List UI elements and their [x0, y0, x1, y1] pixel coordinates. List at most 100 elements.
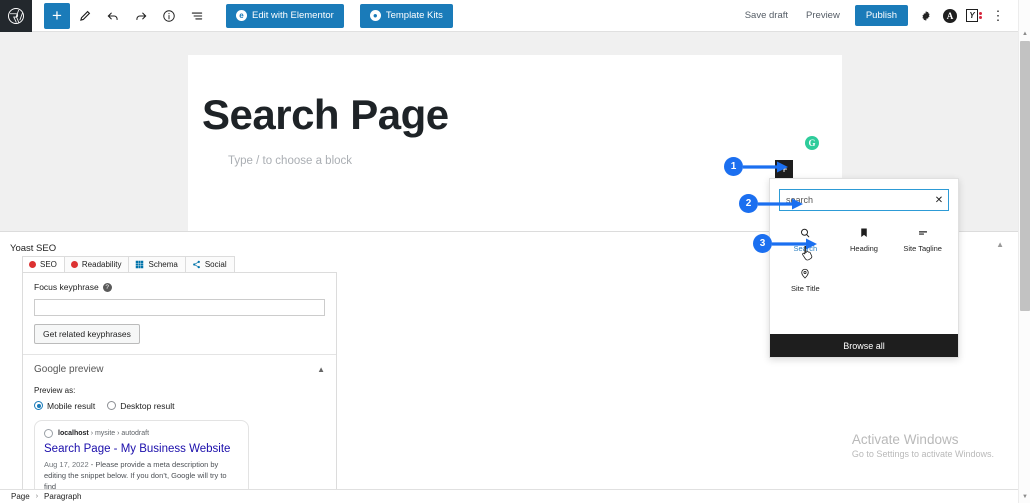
breadcrumb-item-page[interactable]: Page [11, 492, 30, 501]
toolbar-right-actions: Save draft Preview Publish A Y ⋮ [736, 4, 1018, 28]
site-tagline-lines-icon [916, 225, 930, 241]
user-avatar[interactable]: A [938, 4, 962, 28]
more-options-kebab-icon[interactable]: ⋮ [986, 4, 1010, 28]
tab-social[interactable]: Social [184, 256, 235, 272]
chevron-up-icon[interactable]: ▲ [996, 240, 1004, 249]
site-title-pin-icon [799, 265, 811, 281]
status-dot-icon [29, 261, 36, 268]
tab-label: Readability [81, 260, 122, 269]
tab-schema[interactable]: Schema [128, 256, 186, 272]
scroll-down-arrow-icon[interactable]: ▼ [1019, 491, 1030, 503]
snippet-date: Aug 17, 2022 [44, 459, 89, 469]
yoast-letter: Y [966, 9, 978, 22]
breadcrumb-item-paragraph[interactable]: Paragraph [44, 492, 81, 501]
snippet-path: › mysite › autodraft [90, 429, 150, 437]
save-draft-button[interactable]: Save draft [736, 10, 797, 21]
snippet-url: localhost › mysite › autodraft [58, 430, 149, 437]
annotation-number: 2 [739, 194, 758, 213]
inserter-block-site-tagline[interactable]: Site Tagline [893, 221, 952, 257]
focus-keyphrase-label-row: Focus keyphrase ? [34, 282, 325, 292]
kebab-glyph: ⋮ [991, 7, 1005, 23]
page-title[interactable]: Search Page [202, 91, 449, 139]
annotation-arrow-icon [758, 198, 803, 209]
vertical-scrollbar[interactable]: ▲ ▼ [1018, 0, 1030, 503]
help-icon[interactable]: ? [102, 282, 112, 292]
inserter-block-label: Site Tagline [903, 244, 942, 253]
scrollbar-thumb[interactable] [1020, 41, 1030, 311]
annotation-arrow-icon [772, 238, 817, 249]
radio-mobile-result[interactable]: Mobile result [34, 401, 95, 411]
elementor-icon: e [236, 10, 247, 21]
block-breadcrumb: Page › Paragraph [0, 489, 1018, 503]
editor-toolbar: + e Edit with Elementor ● Template Kits … [0, 0, 1018, 32]
toolbar-left-tools: + e Edit with Elementor ● Template Kits [32, 2, 453, 29]
inserter-results-grid: Search Heading Site Tagline Site Title [770, 219, 958, 297]
tab-label: SEO [40, 260, 57, 269]
close-icon[interactable]: ✕ [930, 195, 948, 206]
redo-icon[interactable] [128, 3, 154, 29]
list-view-icon[interactable] [184, 3, 210, 29]
yoast-seo-tab-content: Focus keyphrase ? Get related keyphrases… [22, 272, 337, 489]
wordpress-logo-icon[interactable] [0, 0, 32, 32]
preview-button[interactable]: Preview [797, 10, 849, 21]
edit-with-elementor-label: Edit with Elementor [252, 10, 334, 21]
status-dot-icon [70, 261, 78, 268]
snippet-domain: localhost [58, 429, 89, 437]
radio-label: Desktop result [120, 400, 175, 411]
chevron-up-icon[interactable]: ▲ [317, 365, 325, 374]
scroll-up-arrow-icon[interactable]: ▲ [1019, 28, 1030, 40]
edit-tool-icon[interactable] [72, 3, 98, 29]
yoast-seo-icon[interactable]: Y [962, 4, 986, 28]
inserter-block-heading[interactable]: Heading [835, 221, 894, 257]
plugin-badge-icon[interactable]: G [805, 136, 819, 150]
avatar-letter: A [943, 8, 957, 23]
radio-desktop-result[interactable]: Desktop result [107, 400, 175, 411]
template-kits-label: Template Kits [385, 10, 443, 21]
google-snippet-preview[interactable]: localhost › mysite › autodraft Search Pa… [34, 419, 249, 490]
browse-all-button[interactable]: Browse all [770, 334, 958, 357]
annotation-1: 1 [724, 157, 789, 176]
inserter-search-field[interactable]: ✕ [779, 189, 949, 211]
snippet-description-row: Aug 17, 2022 - Please provide a meta des… [44, 459, 239, 490]
inserter-block-label: Site Title [790, 284, 820, 293]
tab-label: Social [204, 260, 227, 269]
empty-block-placeholder[interactable]: Type / to choose a block [228, 155, 352, 167]
windows-activation-watermark: Activate Windows Go to Settings to activ… [852, 432, 994, 459]
watermark-line-1: Activate Windows [851, 432, 959, 447]
google-preview-header[interactable]: Google preview ▲ [34, 355, 325, 375]
focus-keyphrase-input[interactable] [34, 298, 325, 316]
watermark-line-2: Go to Settings to activate Windows. [851, 449, 994, 459]
gear-icon[interactable] [914, 4, 938, 28]
add-block-button[interactable]: + [44, 2, 70, 29]
annotation-number: 1 [724, 157, 743, 176]
annotation-3: 3 [753, 234, 818, 253]
get-related-keyphrases-button[interactable]: Get related keyphrases [34, 323, 140, 344]
preview-as-radio-group: Mobile result Desktop result [34, 401, 325, 411]
google-preview-title: Google preview [34, 363, 104, 375]
inserter-block-site-title[interactable]: Site Title [776, 261, 835, 297]
annotation-arrow-icon [743, 161, 788, 172]
publish-button[interactable]: Publish [854, 5, 908, 26]
grid-icon [135, 260, 144, 269]
focus-keyphrase-label: Focus keyphrase [34, 282, 99, 292]
tab-readability[interactable]: Readability [63, 256, 130, 272]
share-icon [192, 260, 201, 269]
yoast-status-dots [979, 12, 982, 19]
breadcrumb-separator: › [35, 493, 39, 500]
snippet-title[interactable]: Search Page - My Business Website [44, 443, 239, 455]
annotation-number: 3 [753, 234, 772, 253]
radio-indicator [107, 401, 117, 410]
preview-as-label: Preview as: [34, 385, 76, 395]
yoast-logo: Y [966, 9, 982, 22]
undo-icon[interactable] [100, 3, 126, 29]
heading-bookmark-icon [858, 225, 870, 241]
inserter-block-label: Heading [850, 244, 878, 253]
template-kits-button[interactable]: ● Template Kits [359, 3, 453, 28]
yoast-panel-title: Yoast SEO [10, 243, 57, 254]
tab-seo[interactable]: SEO [22, 256, 65, 272]
snippet-url-row: localhost › mysite › autodraft [44, 428, 239, 438]
tab-label: Schema [148, 260, 178, 269]
edit-with-elementor-button[interactable]: e Edit with Elementor [226, 3, 344, 28]
globe-icon [44, 428, 53, 438]
details-info-icon[interactable] [156, 3, 182, 29]
